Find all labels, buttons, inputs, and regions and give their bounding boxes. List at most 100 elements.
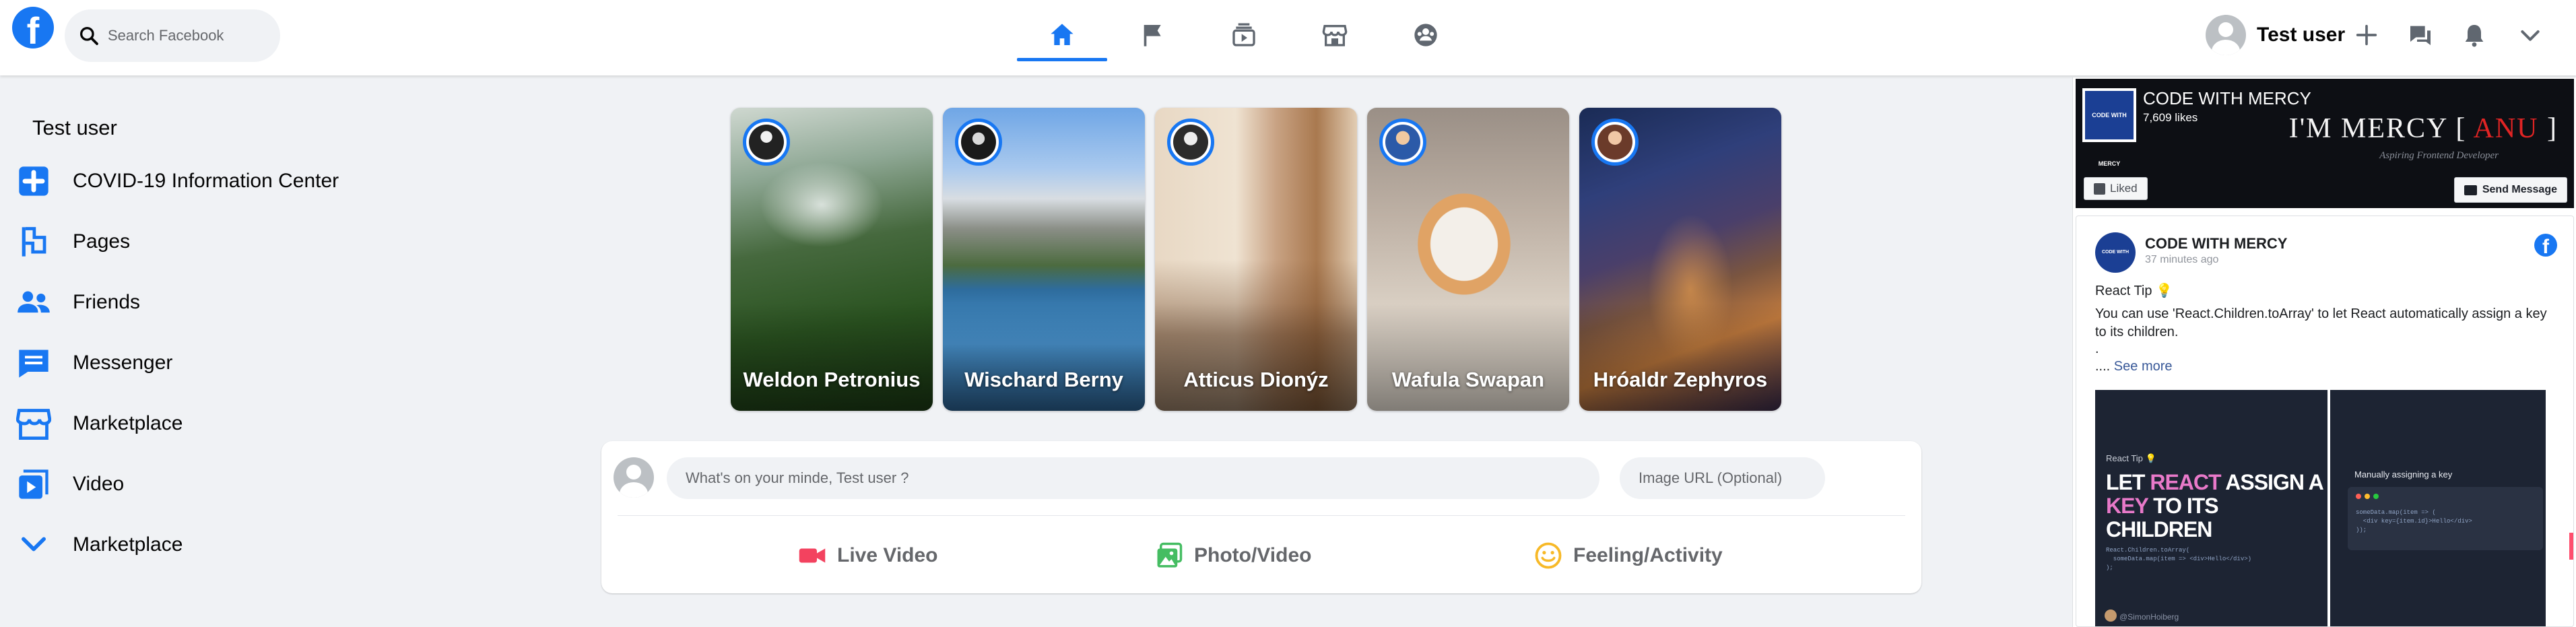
image-handle: @SimonHoiberg: [2119, 612, 2179, 622]
story-card[interactable]: Atticus Dionýz: [1155, 108, 1357, 411]
image-code: React.Children.toArray( someData.map(ite…: [2106, 547, 2252, 571]
page-plugin: I'M MERCY [ ANU ] Aspiring Frontend Deve…: [2072, 77, 2576, 627]
sidebar-item-label: Messenger: [73, 352, 173, 374]
sidebar-item-see-more[interactable]: Marketplace: [15, 521, 392, 568]
story-name: Wafula Swapan: [1391, 368, 1545, 391]
scroll-indicator: [2569, 533, 2573, 560]
sidebar-item-pages[interactable]: Pages: [15, 218, 392, 265]
image-caption: Manually assigning a key: [2354, 469, 2453, 480]
story-card[interactable]: Hróaldr Zephyros: [1579, 108, 1781, 411]
sidebar-item-video[interactable]: Video: [15, 461, 392, 508]
story-card[interactable]: Wischard Berny: [943, 108, 1145, 411]
search-icon: [80, 27, 98, 45]
profile-chip[interactable]: Test user: [2206, 13, 2345, 57]
story-name: Wischard Berny: [964, 368, 1123, 391]
search-input[interactable]: [108, 27, 269, 44]
sidebar-item-label: Pages: [73, 230, 131, 253]
photo-icon: [1157, 542, 1183, 568]
covid-plus-icon: [19, 166, 48, 196]
post-author-avatar[interactable]: CODE WITH MERCY: [2095, 232, 2136, 295]
video-icon: [19, 469, 48, 499]
post-timestamp[interactable]: 37 minutes ago: [2145, 254, 2218, 266]
nav-home[interactable]: [1042, 15, 1082, 55]
sidebar-item-label: COVID-19 Information Center: [73, 170, 339, 192]
story-name: Weldon Petronius: [743, 368, 921, 391]
photo-video-button[interactable]: Photo/Video: [1155, 535, 1311, 576]
nav-active-indicator: [1017, 58, 1107, 61]
feeling-activity-button[interactable]: Feeling/Activity: [1534, 535, 1723, 576]
post-text-line: You can use 'React.Children.toArray' to …: [2095, 306, 2547, 339]
store-icon: [16, 409, 51, 440]
top-navbar: f Test user: [0, 0, 2576, 75]
live-video-button[interactable]: Live Video: [798, 535, 938, 576]
smiley-icon: [1535, 542, 1562, 569]
sidebar-item-messenger[interactable]: Messenger: [15, 339, 392, 387]
search-box[interactable]: [65, 9, 280, 62]
home-icon: [1051, 24, 1074, 45]
flag-icon: [1144, 25, 1161, 46]
chevron-down-icon: [22, 537, 46, 552]
see-more-link[interactable]: .... See more: [2095, 359, 2173, 374]
watch-icon: [1232, 23, 1255, 46]
page-name[interactable]: CODE WITH MERCY: [2143, 88, 2311, 109]
chat-icon: [19, 350, 48, 378]
page-likes: 7,609 likes: [2143, 111, 2198, 124]
action-label: Photo/Video: [1194, 544, 1312, 566]
story-avatar: [1591, 119, 1639, 166]
liked-button[interactable]: Liked: [2084, 177, 2148, 200]
image-headline: LET REACT ASSIGN A KEY TO ITS CHILDREN: [2106, 470, 2324, 541]
page-cover[interactable]: I'M MERCY [ ANU ] Aspiring Frontend Deve…: [2076, 79, 2574, 208]
sidebar-item-covid[interactable]: COVID-19 Information Center: [15, 158, 392, 205]
sidebar-item-label: Friends: [73, 291, 141, 313]
avatar: [2206, 15, 2246, 55]
image-code: someData.map(item => ( <div key={item.id…: [2356, 509, 2472, 533]
nav-groups[interactable]: [1406, 15, 1446, 55]
facebook-mini-icon: [2094, 183, 2105, 195]
post-image[interactable]: Manually assigning a key someData.map(it…: [2330, 390, 2546, 626]
post-message-input[interactable]: [667, 457, 1599, 499]
sidebar-item-label: Video: [73, 473, 125, 495]
nav-marketplace[interactable]: [1315, 15, 1355, 55]
flag-icon: [22, 227, 46, 257]
story-card[interactable]: Weldon Petronius: [731, 108, 933, 411]
divider: [618, 515, 1905, 516]
create-button[interactable]: [2346, 15, 2387, 55]
nav-pages[interactable]: [1133, 15, 1173, 55]
cover-headline: I'M MERCY [ ANU ]: [2288, 113, 2558, 144]
nav-watch[interactable]: [1224, 15, 1264, 55]
friends-icon: [18, 291, 50, 313]
messenger-icon: [2410, 26, 2431, 45]
account-menu-button[interactable]: [2510, 15, 2550, 55]
sidebar-item-friends[interactable]: Friends: [15, 279, 392, 326]
story-avatar: [1379, 119, 1426, 166]
post-author[interactable]: CODE WITH MERCY: [2145, 235, 2287, 253]
code-window: someData.map(item => ( <div key={item.id…: [2348, 487, 2543, 550]
facebook-icon[interactable]: f: [2534, 234, 2557, 257]
avatar: [614, 457, 654, 498]
profile-name: Test user: [2257, 24, 2346, 46]
post-text-line: React Tip 💡: [2095, 284, 2173, 298]
plus-icon: [2356, 24, 2377, 46]
sidebar-item-marketplace[interactable]: Marketplace: [15, 400, 392, 447]
post-text-line: .: [2095, 341, 2099, 356]
story-card[interactable]: Wafula Swapan: [1367, 108, 1569, 411]
facebook-logo-icon[interactable]: f: [12, 7, 54, 48]
page-logo[interactable]: CODE WITH MERCY: [2082, 88, 2136, 167]
send-message-button[interactable]: Send Message: [2453, 177, 2567, 203]
action-label: Feeling/Activity: [1573, 544, 1723, 566]
post-composer: Live Video Photo/Video Feeling/Activity: [601, 441, 1921, 593]
sidebar-item-label: Marketplace: [73, 533, 183, 556]
post-image[interactable]: React Tip 💡 LET REACT ASSIGN A KEY TO ITS…: [2095, 390, 2327, 626]
story-avatar: [955, 119, 1002, 166]
groups-icon: [1414, 24, 1437, 46]
page-post: CODE WITH MERCY CODE WITH MERCY 37 minut…: [2076, 216, 2574, 627]
action-label: Live Video: [837, 544, 938, 566]
image-url-input[interactable]: [1620, 457, 1825, 499]
bell-icon: [2465, 25, 2484, 47]
story-name: Hróaldr Zephyros: [1593, 368, 1768, 391]
marketplace-icon: [1322, 25, 1348, 46]
story-name: Atticus Dionýz: [1183, 368, 1329, 391]
messenger-button[interactable]: [2400, 15, 2441, 55]
sidebar-user-name[interactable]: Test user: [32, 116, 117, 140]
notifications-button[interactable]: [2454, 15, 2495, 55]
